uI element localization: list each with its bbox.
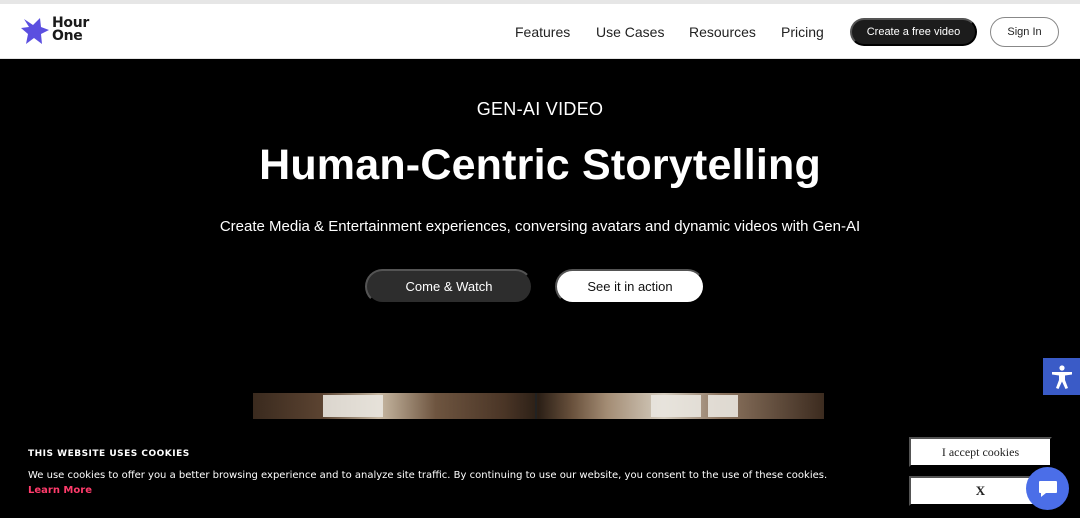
create-free-video-button[interactable]: Create a free video	[850, 18, 977, 46]
hero-headline: Human-Centric Storytelling	[259, 141, 821, 189]
logo-wordmark: Hour One	[52, 16, 89, 44]
logo[interactable]: Hour One	[20, 16, 100, 50]
hour-one-logo-icon	[21, 18, 49, 44]
nav-resources[interactable]: Resources	[689, 24, 756, 40]
video-window-left	[323, 395, 383, 417]
nav-features[interactable]: Features	[515, 24, 570, 40]
video-window-mid	[651, 395, 701, 417]
cookie-message: We use cookies to offer you a better bro…	[28, 468, 828, 498]
come-and-watch-button[interactable]: Come & Watch	[365, 269, 533, 304]
sign-in-button[interactable]: Sign In	[990, 17, 1059, 47]
accessibility-button[interactable]	[1043, 358, 1080, 395]
chat-bubble-icon	[1038, 480, 1057, 497]
cookie-title: THIS WEBSITE USES COOKIES	[28, 449, 190, 459]
hero-subtitle: Create Media & Entertainment experiences…	[219, 218, 861, 235]
hero-eyebrow: GEN-AI VIDEO	[476, 99, 604, 119]
nav-use-cases[interactable]: Use Cases	[596, 24, 664, 40]
cookie-banner: THIS WEBSITE USES COOKIES We use cookies…	[0, 419, 1080, 518]
accept-cookies-button[interactable]: I accept cookies	[909, 437, 1052, 467]
video-window-right	[708, 395, 738, 417]
hero-video-preview[interactable]	[253, 393, 824, 419]
chat-button[interactable]	[1026, 467, 1069, 510]
video-divider	[535, 393, 537, 419]
navbar: Hour One Features Use Cases Resources Pr…	[0, 4, 1080, 59]
accessibility-icon	[1051, 364, 1072, 389]
logo-word-one: One	[52, 28, 83, 44]
nav-pricing[interactable]: Pricing	[781, 24, 824, 40]
cookie-text: We use cookies to offer you a better bro…	[28, 470, 828, 481]
learn-more-link[interactable]: Learn More	[28, 485, 92, 496]
see-it-in-action-button[interactable]: See it in action	[555, 269, 705, 304]
